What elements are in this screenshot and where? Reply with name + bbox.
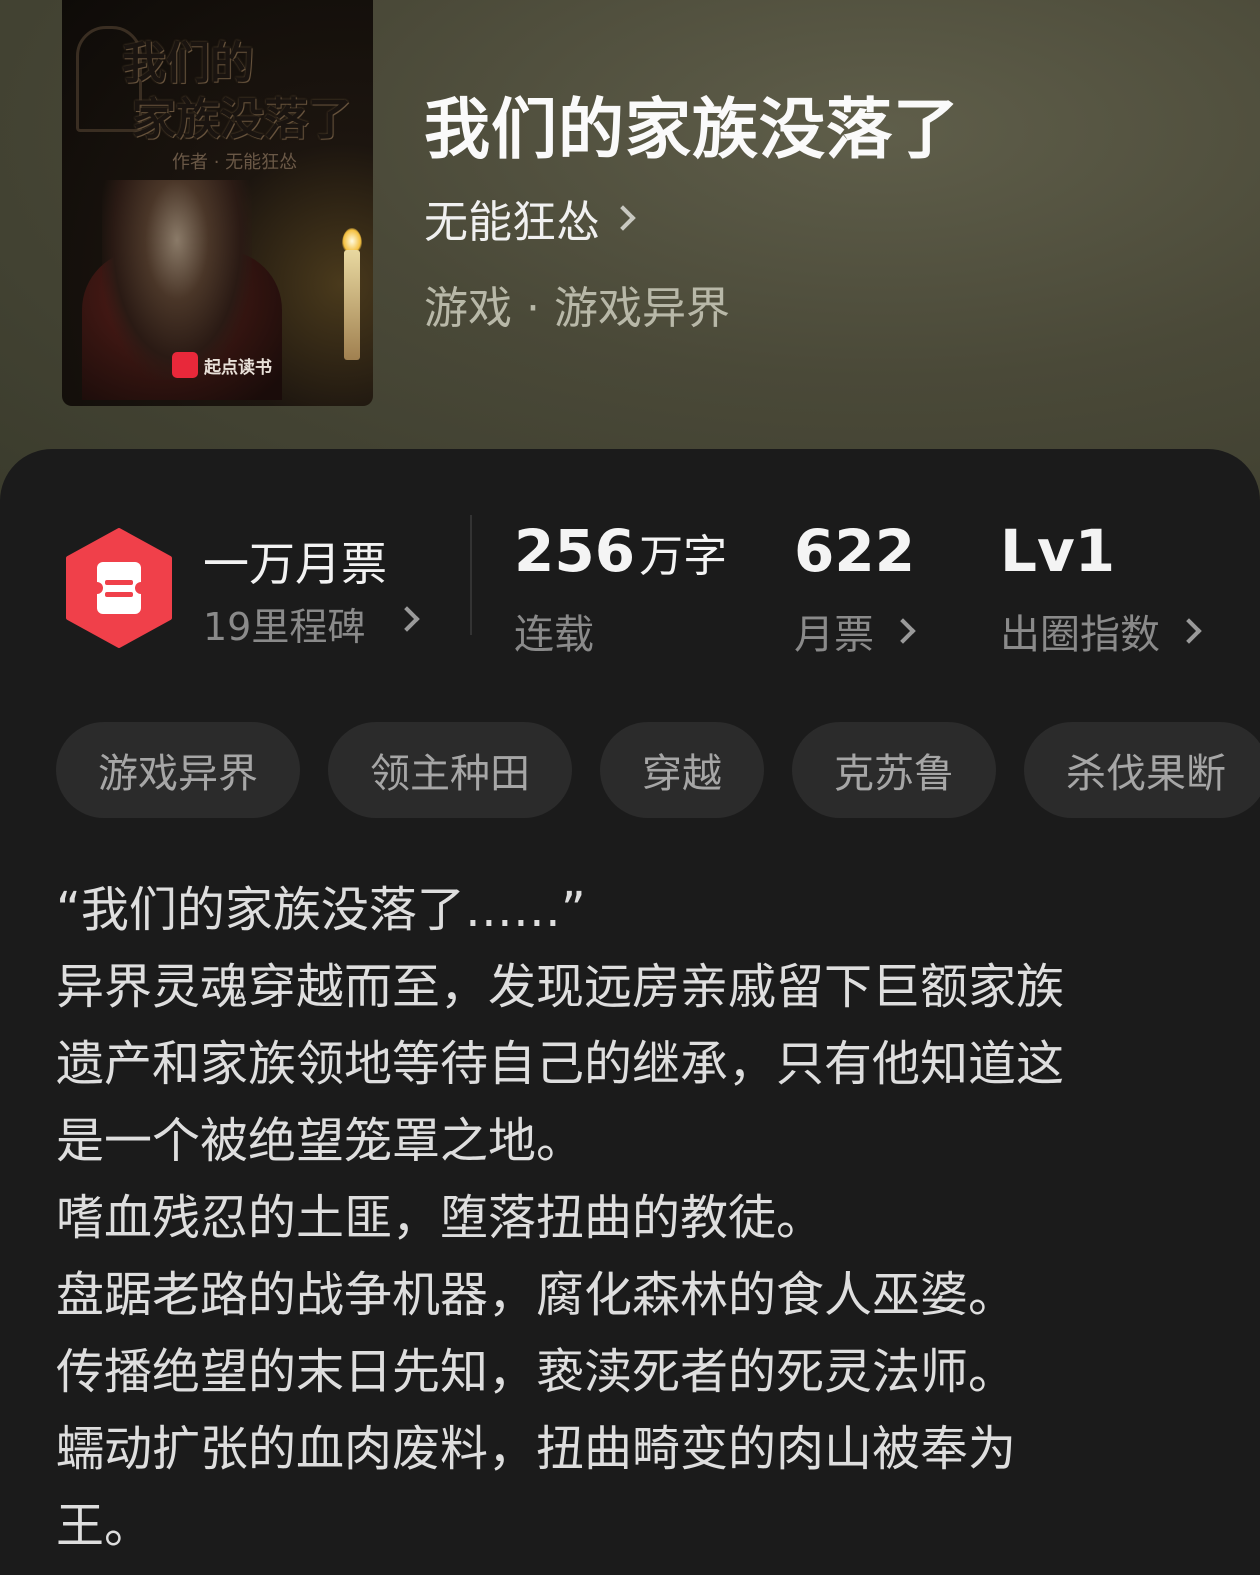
- word-count-unit: 万字: [639, 531, 728, 582]
- chevron-right-icon: [890, 618, 916, 644]
- monthly-votes-link[interactable]: 月票: [794, 602, 916, 660]
- monthly-votes-label: 月票: [794, 612, 874, 658]
- chevron-right-icon: [610, 205, 636, 231]
- description-line: 遗产和家族领地等待自己的继承，只有他知道这: [56, 1036, 1065, 1092]
- description-line: 盘踞老路的战争机器，腐化森林的食人巫婆。: [56, 1267, 1017, 1323]
- popularity-level-value: Lv1: [1000, 517, 1116, 585]
- qidian-logo-icon: [172, 352, 198, 378]
- book-genre: 游戏 · 游戏异界: [424, 283, 730, 334]
- serial-status: 连载: [514, 602, 594, 660]
- monthly-ticket-badge-icon[interactable]: [64, 528, 174, 648]
- ticket-title: 一万月票: [203, 537, 387, 591]
- description-line: “我们的家族没落了……”: [56, 882, 586, 938]
- tag-chip[interactable]: 领主种田: [328, 722, 572, 818]
- cover-author: 作者 · 无能狂怂: [172, 152, 298, 173]
- author-link[interactable]: 无能狂怂: [424, 186, 636, 250]
- description-line: 传播绝望的末日先知，亵渎死者的死灵法师。: [56, 1344, 1017, 1400]
- cover-figure-head: [102, 180, 252, 380]
- book-cover[interactable]: 我们的 家族没落了 作者 · 无能狂怂 起点读书: [62, 0, 373, 406]
- popularity-index-link[interactable]: 出圈指数: [1000, 602, 1202, 660]
- description-line: 嗜血残忍的土匪，堕落扭曲的教徒。: [56, 1190, 825, 1246]
- chevron-right-icon: [1176, 618, 1202, 644]
- cover-brand: 起点读书: [172, 352, 272, 378]
- word-count-value: 256: [514, 517, 636, 585]
- cover-title-line1: 我们的: [122, 38, 254, 89]
- serial-status-label: 连载: [514, 612, 594, 658]
- tag-chip[interactable]: 游戏异界: [56, 722, 300, 818]
- description-line: 王。: [56, 1498, 153, 1554]
- description-line: 蠕动扩张的血肉废料，扭曲畸变的肉山被奉为: [56, 1421, 1017, 1477]
- tag-list: 游戏异界 领主种田 穿越 克苏鲁 杀伐果断: [56, 722, 1260, 818]
- candle-icon: [344, 250, 360, 360]
- description-line: 异界灵魂穿越而至，发现远房亲戚留下巨额家族: [56, 959, 1065, 1015]
- cover-brand-label: 起点读书: [204, 357, 272, 378]
- book-title: 我们的家族没落了: [424, 90, 960, 168]
- book-description[interactable]: “我们的家族没落了……” 异界灵魂穿越而至，发现远房亲戚留下巨额家族 遗产和家族…: [56, 872, 1196, 1565]
- tag-chip[interactable]: 杀伐果断: [1024, 722, 1260, 818]
- popularity-index-label: 出圈指数: [1000, 612, 1160, 658]
- cover-title-line2: 家族没落了: [132, 94, 352, 145]
- author-name: 无能狂怂: [424, 197, 600, 248]
- monthly-votes-value: 622: [794, 517, 916, 585]
- tag-chip[interactable]: 穿越: [600, 722, 764, 818]
- description-line: 是一个被绝望笼罩之地。: [56, 1113, 585, 1169]
- ticket-milestone[interactable]: 19里程碑: [203, 596, 365, 651]
- stats-divider: [470, 515, 472, 635]
- word-count: 256万字: [514, 522, 727, 580]
- tag-chip[interactable]: 克苏鲁: [792, 722, 996, 818]
